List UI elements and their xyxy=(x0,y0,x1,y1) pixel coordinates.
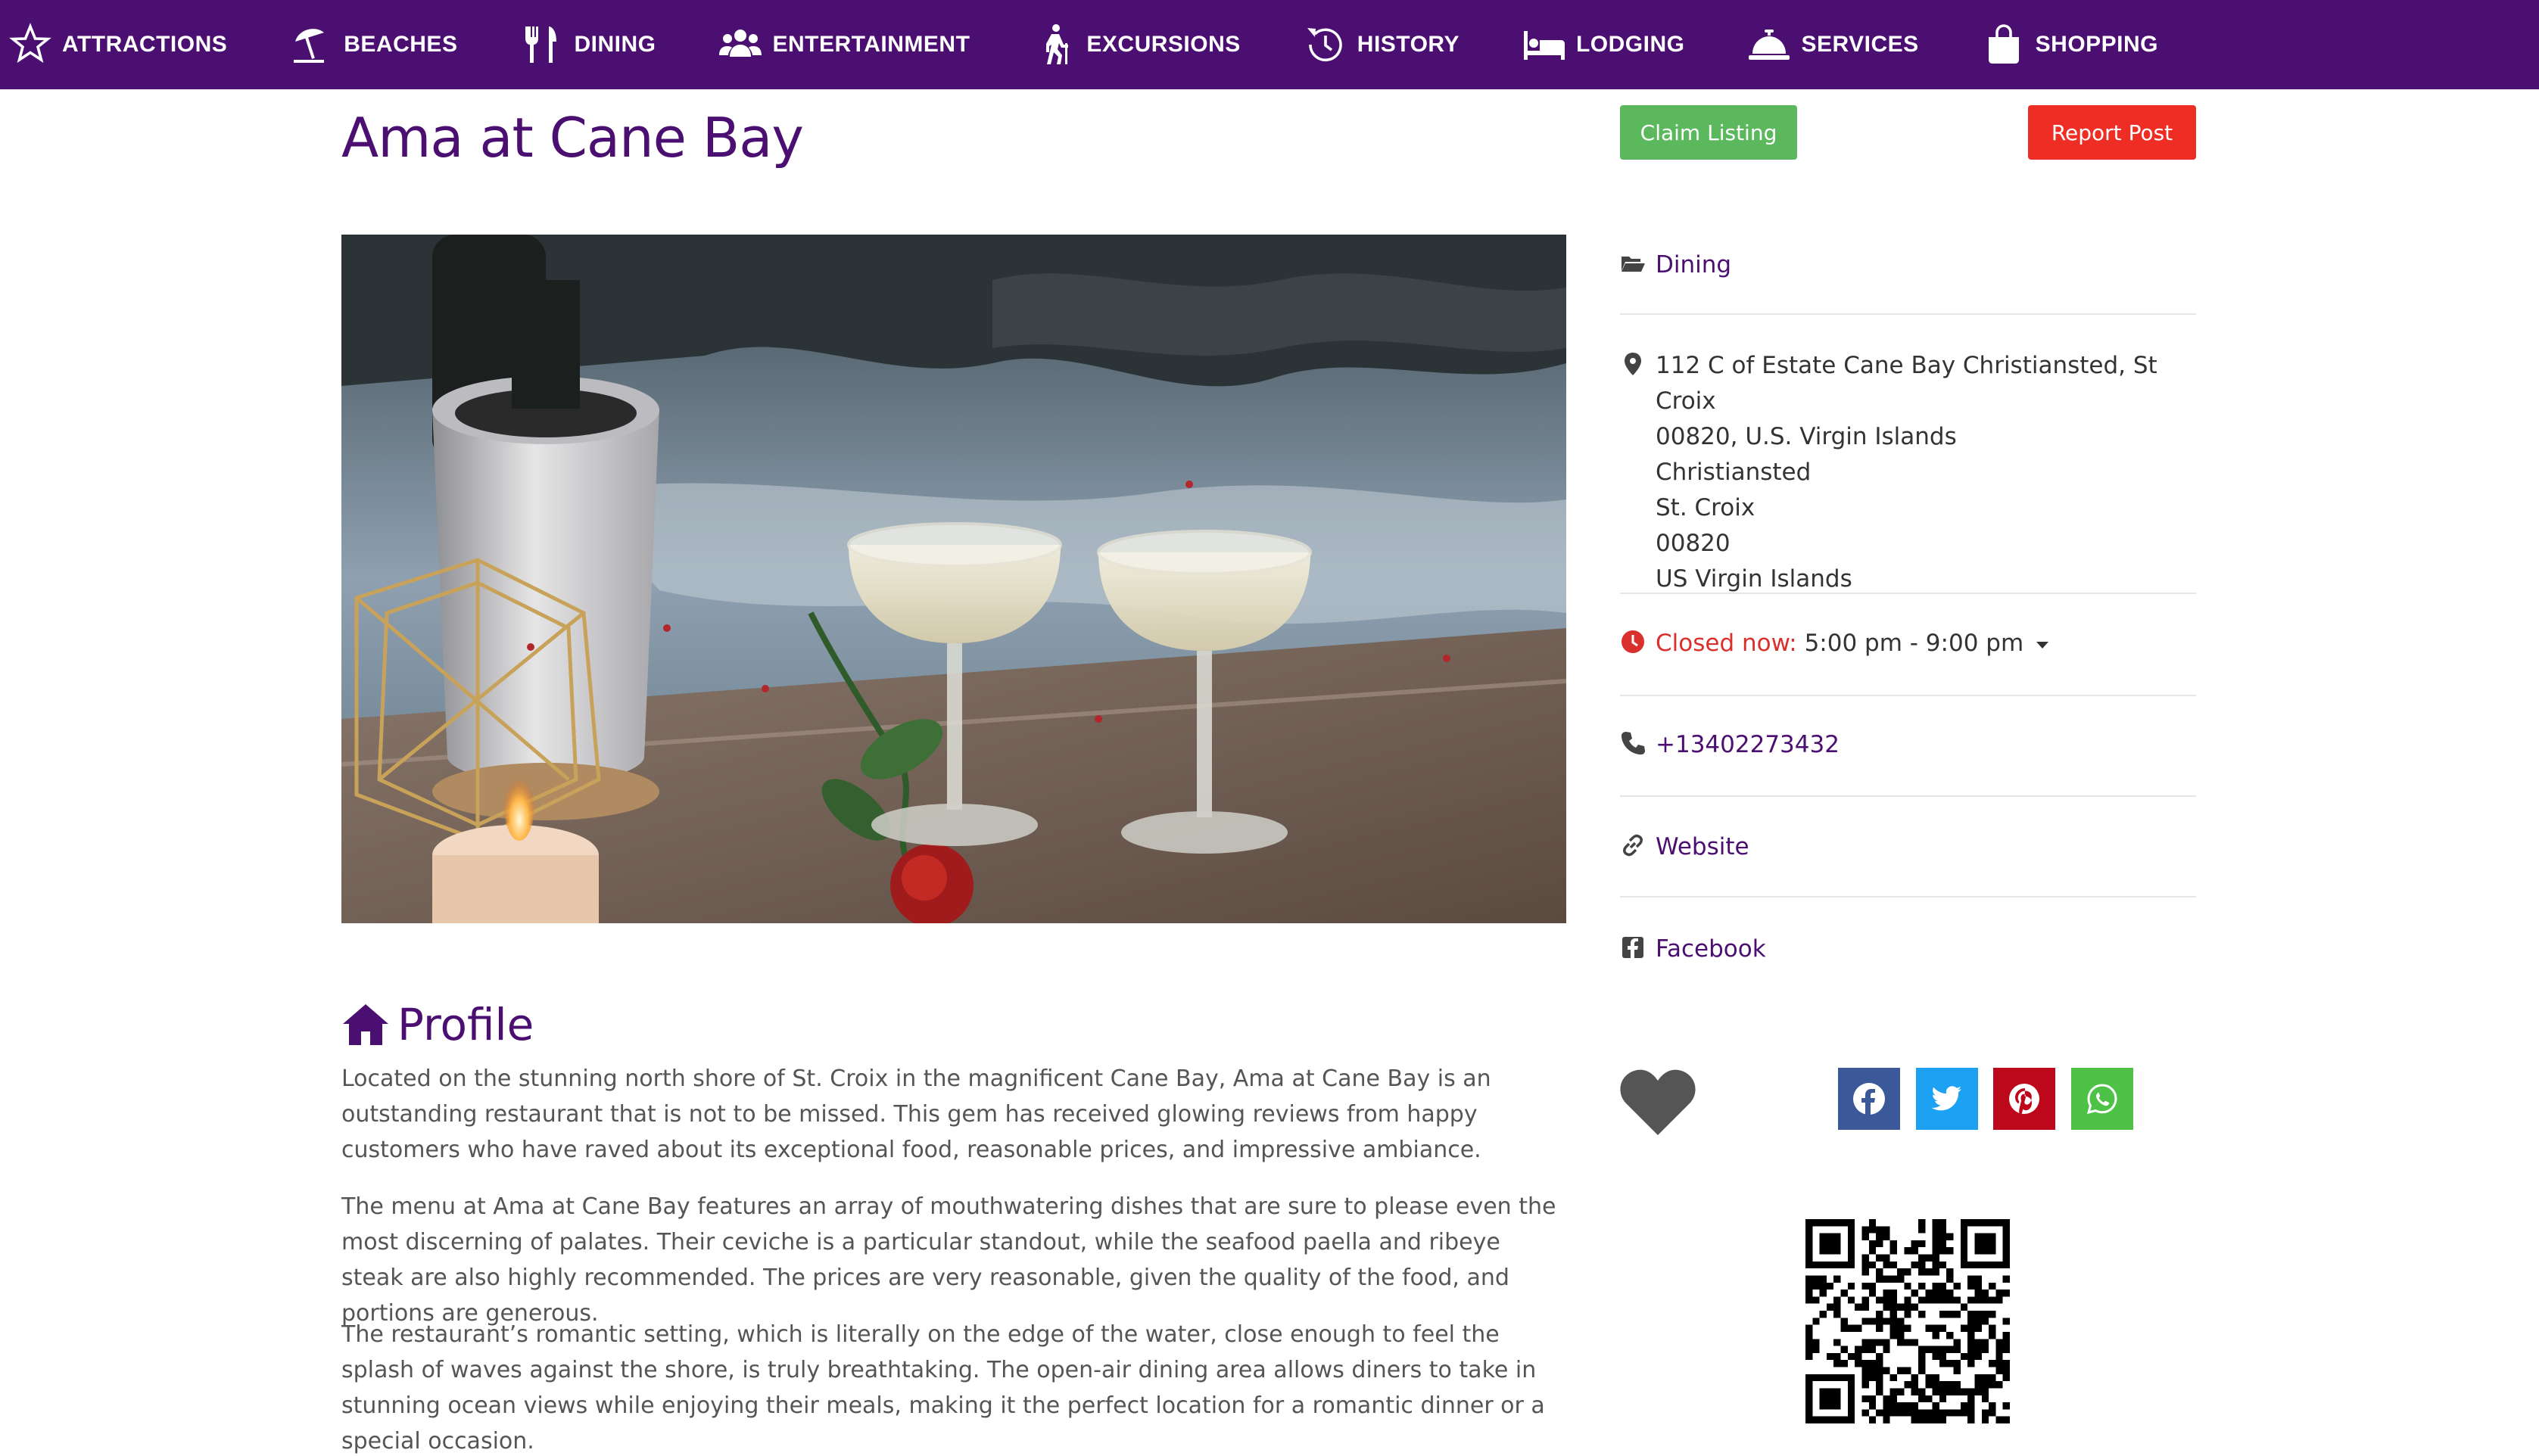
top-navigation: ATTRACTIONS BEACHES DINING ENTERTAINMENT… xyxy=(0,0,2539,89)
divider xyxy=(1620,313,2196,315)
beach-umbrella-icon xyxy=(294,29,325,63)
nav-item-beaches[interactable]: BEACHES xyxy=(289,0,457,89)
facebook-square-icon xyxy=(1622,937,1643,958)
address-country: US Virgin Islands xyxy=(1656,565,1852,593)
profile-paragraph: The restaurant’s romantic setting, which… xyxy=(341,1321,1545,1454)
phone-link[interactable]: +13402273432 xyxy=(1656,727,1840,763)
nav-item-history[interactable]: HISTORY xyxy=(1303,0,1460,89)
hours-text: Closed now: 5:00 pm - 9:00 pm xyxy=(1656,626,2049,661)
facebook-share-button[interactable] xyxy=(1838,1068,1900,1130)
phone-icon xyxy=(1622,732,1645,754)
clock-icon xyxy=(1622,630,1644,653)
category-link[interactable]: Dining xyxy=(1656,247,1731,283)
address-zip: 00820 xyxy=(1656,530,1731,557)
bed-icon xyxy=(1523,31,1565,60)
caret-down-icon[interactable] xyxy=(2036,640,2049,649)
website-link[interactable]: Website xyxy=(1656,829,1749,865)
profile-paragraph: The menu at Ama at Cane Bay features an … xyxy=(341,1193,1556,1327)
twitter-share-button[interactable] xyxy=(1916,1068,1978,1130)
profile-title: Profile xyxy=(397,999,534,1050)
hours-range: 5:00 pm - 9:00 pm xyxy=(1804,630,2024,657)
divider xyxy=(1620,593,2196,594)
nav-label: SERVICES xyxy=(1801,32,1919,57)
address-line-1: 112 C of Estate Cane Bay Christiansted, … xyxy=(1656,352,2157,415)
favorite-heart-icon[interactable] xyxy=(1618,1066,1697,1138)
link-icon xyxy=(1623,834,1643,857)
address-row: 112 C of Estate Cane Bay Christiansted, … xyxy=(1620,348,2196,593)
facebook-row[interactable]: Facebook xyxy=(1620,932,2196,967)
nav-item-dining[interactable]: DINING xyxy=(519,0,656,89)
claim-listing-button[interactable]: Claim Listing xyxy=(1620,105,1797,160)
shopping-bag-icon xyxy=(1988,24,2019,64)
facebook-icon xyxy=(1853,1083,1885,1115)
hours-row[interactable]: Closed now: 5:00 pm - 9:00 pm xyxy=(1620,626,2196,661)
pinterest-icon xyxy=(2009,1084,2039,1115)
nav-label: DINING xyxy=(574,32,656,57)
folder-open-icon xyxy=(1622,257,1645,272)
nav-label: LODGING xyxy=(1575,32,1685,57)
star-icon xyxy=(9,23,51,64)
nav-label: HISTORY xyxy=(1357,32,1460,57)
divider xyxy=(1620,695,2196,696)
nav-label: BEACHES xyxy=(344,32,458,57)
profile-paragraph: Located on the stunning north shore of S… xyxy=(341,1066,1491,1163)
nav-label: ENTERTAINMENT xyxy=(772,32,970,57)
nav-label: ATTRACTIONS xyxy=(62,32,228,57)
category-row[interactable]: Dining xyxy=(1620,247,2196,283)
address-region: St. Croix xyxy=(1656,494,1755,521)
history-icon xyxy=(1307,28,1342,62)
profile-heading: Profile xyxy=(341,999,534,1050)
hero-photo xyxy=(341,235,1566,923)
divider xyxy=(1620,795,2196,797)
nav-item-entertainment[interactable]: ENTERTAINMENT xyxy=(718,0,970,89)
listing-hero-image xyxy=(341,235,1566,923)
address-line-2: 00820, U.S. Virgin Islands xyxy=(1656,423,1957,450)
home-icon xyxy=(343,1004,388,1045)
address-block: 112 C of Estate Cane Bay Christiansted, … xyxy=(1656,348,2196,597)
nav-item-services[interactable]: SERVICES xyxy=(1746,0,1918,89)
website-row[interactable]: Website xyxy=(1620,829,2196,865)
utensils-icon xyxy=(525,26,557,63)
concierge-bell-icon xyxy=(1749,30,1790,60)
hiking-icon xyxy=(1046,24,1069,64)
hours-status: Closed now: xyxy=(1656,630,1797,657)
twitter-icon xyxy=(1931,1086,1961,1111)
report-post-button[interactable]: Report Post xyxy=(2028,105,2196,160)
nav-label: EXCURSIONS xyxy=(1086,32,1241,57)
whatsapp-share-button[interactable] xyxy=(2071,1068,2133,1130)
page-title: Ama at Cane Bay xyxy=(341,106,804,170)
divider xyxy=(1620,896,2196,898)
nav-item-shopping[interactable]: SHOPPING xyxy=(1981,0,2158,89)
phone-row[interactable]: +13402273432 xyxy=(1620,727,2196,763)
address-city: Christiansted xyxy=(1656,459,1812,486)
nav-item-excursions[interactable]: EXCURSIONS xyxy=(1032,0,1240,89)
whatsapp-icon xyxy=(2086,1084,2117,1115)
nav-item-lodging[interactable]: LODGING xyxy=(1522,0,1685,89)
pinterest-share-button[interactable] xyxy=(1993,1068,2055,1130)
facebook-link[interactable]: Facebook xyxy=(1656,932,1766,967)
nav-label: SHOPPING xyxy=(2035,32,2159,57)
qr-code xyxy=(1805,1219,2010,1423)
users-icon xyxy=(719,30,762,57)
nav-item-attractions[interactable]: ATTRACTIONS xyxy=(8,0,227,89)
map-pin-icon xyxy=(1625,353,1641,375)
